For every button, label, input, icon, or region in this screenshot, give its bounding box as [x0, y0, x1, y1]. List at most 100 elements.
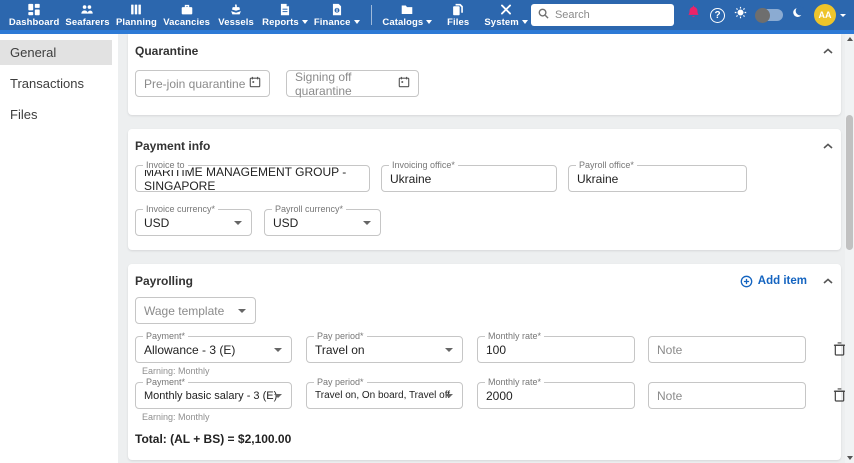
nav-label: Planning [116, 16, 157, 28]
add-item-label: Add item [757, 275, 807, 287]
planning-icon [129, 3, 143, 17]
field-value: Ukraine [390, 171, 432, 186]
user-menu[interactable]: AA [814, 4, 846, 26]
nav-item-planning[interactable]: Planning [113, 3, 160, 28]
wage-template-select[interactable]: Wage template [135, 297, 256, 324]
payment-select[interactable]: Payment* Monthly basic salary - 3 (E) [135, 378, 292, 409]
invoice-currency-select[interactable]: Invoice currency* USD [135, 205, 252, 236]
search-box[interactable] [530, 4, 674, 26]
field-placeholder: Signing off quarantine [295, 69, 352, 98]
nav-item-files[interactable]: Files [435, 3, 481, 28]
top-nav: Dashboard Seafarers Planning Vacancies V… [0, 0, 854, 30]
main-area: General Transactions Files Quarantine Pr… [0, 34, 854, 463]
nav-item-dashboard[interactable]: Dashboard [6, 3, 62, 28]
ship-icon [229, 3, 243, 17]
nav-item-finance[interactable]: Finance [311, 3, 363, 28]
folder-icon [400, 3, 414, 17]
briefcase-icon [180, 3, 194, 17]
delete-row-icon[interactable] [833, 387, 845, 407]
nav-label: Files [447, 16, 470, 28]
field-label: Payroll currency* [272, 205, 347, 214]
nav-icon-cluster: ? AA [686, 4, 846, 26]
collapse-chevron-up-icon[interactable] [823, 143, 833, 149]
avatar: AA [814, 4, 836, 26]
chevron-down-icon [840, 13, 846, 17]
monthly-rate-field[interactable]: Monthly rate* 2000 [477, 378, 635, 409]
nav-item-vacancies[interactable]: Vacancies [160, 3, 213, 28]
field-value: 100 [486, 342, 507, 357]
nav-divider [370, 5, 372, 25]
search-input[interactable] [554, 9, 667, 21]
scrollbar-thumb[interactable] [846, 115, 853, 250]
field-value: USD [144, 215, 170, 230]
field-value: Travel on [315, 342, 365, 357]
section-title-quarantine: Quarantine [135, 44, 199, 58]
field-label: Invoice to [143, 161, 188, 170]
nav-item-seafarers[interactable]: Seafarers [62, 3, 112, 28]
scroll-down-arrow[interactable] [846, 456, 853, 460]
field-label: Payment* [143, 378, 189, 387]
note-field[interactable]: Note [648, 336, 806, 363]
invoice-to-field[interactable]: Invoice to MARITIME MANAGEMENT GROUP - S… [135, 161, 370, 193]
payroll-office-field[interactable]: Payroll office* Ukraine [568, 161, 747, 192]
nav-item-reports[interactable]: Reports [259, 3, 311, 28]
nav-item-system[interactable]: System [481, 3, 531, 28]
vertical-scrollbar[interactable] [845, 34, 854, 463]
sidebar-item-transactions[interactable]: Transactions [0, 71, 112, 96]
collapse-chevron-up-icon[interactable] [823, 278, 833, 284]
field-placeholder: Note [657, 342, 683, 357]
scroll-up-arrow[interactable] [846, 37, 853, 41]
pay-period-select[interactable]: Pay period* Travel on [306, 332, 463, 363]
monthly-rate-field[interactable]: Monthly rate* 100 [477, 332, 635, 363]
field-label: Payment* [143, 332, 189, 341]
payment-select[interactable]: Payment* Allowance - 3 (E) [135, 332, 292, 363]
theme-toggle[interactable] [755, 7, 783, 23]
field-label: Invoicing office* [389, 161, 458, 170]
notification-bell-icon[interactable] [686, 5, 701, 25]
quarantine-card: Quarantine Pre-join quarantine Signing o… [128, 34, 841, 115]
collapse-chevron-up-icon[interactable] [823, 48, 833, 54]
finance-icon [330, 3, 344, 17]
section-title-payrolling: Payrolling [135, 274, 194, 288]
invoicing-office-field[interactable]: Invoicing office* Ukraine [381, 161, 557, 192]
pay-period-select[interactable]: Pay period* Travel on, On board, Travel … [306, 378, 463, 409]
sun-icon [734, 6, 747, 24]
field-placeholder: Pre-join quarantine [144, 76, 246, 91]
add-item-button[interactable]: Add item [740, 275, 807, 288]
toggle-knob [755, 7, 770, 23]
chevron-down-icon [426, 20, 433, 24]
nav-item-vessels[interactable]: Vessels [213, 3, 259, 28]
nav-label: System [484, 16, 519, 28]
field-placeholder: Wage template [144, 303, 225, 318]
nav-label: Dashboard [8, 16, 60, 28]
sidebar-item-files[interactable]: Files [0, 102, 112, 127]
nav-label: Vacancies [163, 16, 211, 28]
people-icon [80, 3, 94, 17]
earning-helper-text: Earning: Monthly [142, 412, 210, 422]
signoff-quarantine-date-field[interactable]: Signing off quarantine [286, 69, 419, 98]
payrolling-card: Payrolling Add item Wage template Paymen [128, 264, 845, 460]
field-value: 2000 [486, 388, 513, 403]
help-icon[interactable]: ? [710, 7, 725, 23]
field-label: Monthly rate* [485, 378, 545, 387]
report-icon [278, 3, 292, 17]
nav-label: Reports [262, 16, 299, 28]
sidebar: General Transactions Files [0, 34, 118, 463]
field-value: USD [273, 215, 299, 230]
payment-info-card: Payment info Invoice to MARITIME MANAGEM… [128, 129, 841, 250]
section-title-payment-info: Payment info [135, 139, 211, 153]
chevron-down-icon [301, 20, 308, 24]
calendar-icon[interactable] [398, 76, 410, 91]
note-field[interactable]: Note [648, 382, 806, 409]
sidebar-item-general[interactable]: General [0, 40, 112, 65]
payroll-currency-select[interactable]: Payroll currency* USD [264, 205, 381, 236]
field-label: Pay period* [314, 332, 367, 341]
nav-label: Catalogs [382, 16, 424, 28]
delete-row-icon[interactable] [833, 341, 845, 361]
calendar-icon[interactable] [249, 76, 261, 91]
plus-circle-icon [740, 275, 753, 287]
content: Quarantine Pre-join quarantine Signing o… [118, 34, 845, 463]
nav-item-catalogs[interactable]: Catalogs [380, 3, 436, 28]
payroll-total-text: Total: (AL + BS) = $2,100.00 [135, 432, 292, 446]
prejoin-quarantine-date-field[interactable]: Pre-join quarantine [135, 70, 270, 97]
